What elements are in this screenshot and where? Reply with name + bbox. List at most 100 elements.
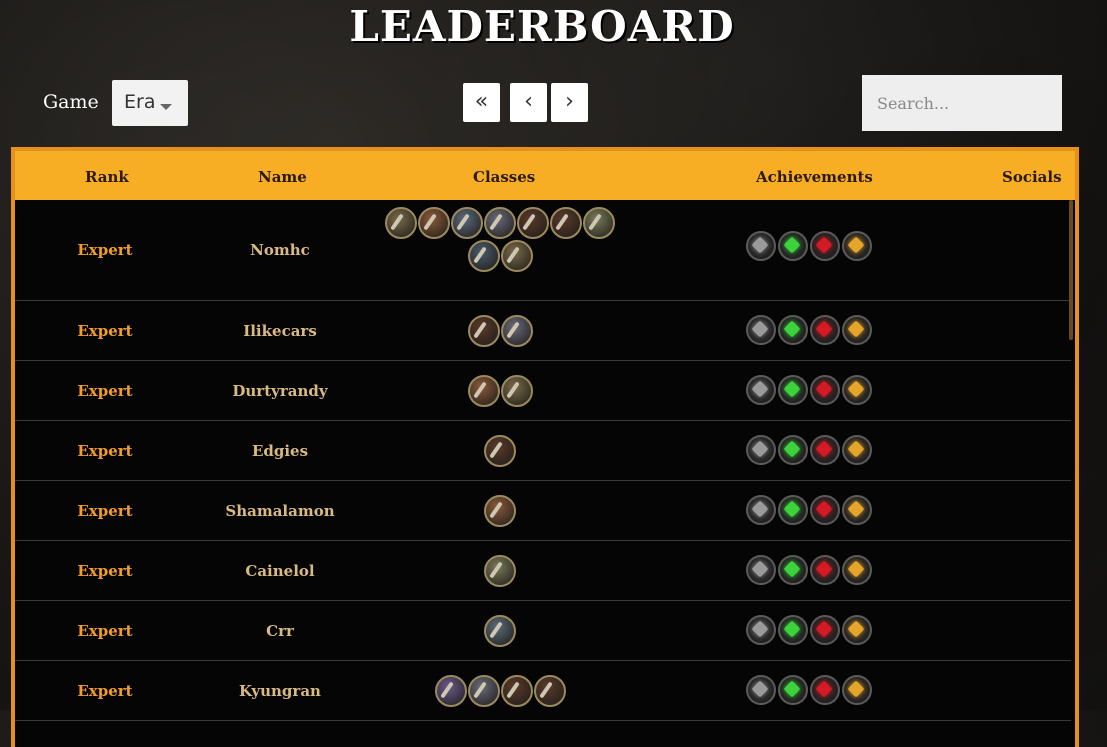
player-name-link[interactable]: Crr [210,622,350,640]
green-achievement-icon[interactable] [778,314,808,345]
hunter-class-icon[interactable] [467,314,500,347]
leaderboard-table: Rank Name Classes Achievements Socials E… [11,147,1079,747]
search-input[interactable] [862,75,1062,131]
silver-achievement-icon[interactable] [746,674,776,705]
red-achievement-icon[interactable] [810,554,840,585]
green-achievement-icon[interactable] [778,554,808,585]
warrior-class-icon[interactable] [385,207,417,239]
silver-achievement-icon[interactable] [746,494,776,525]
green-achievement-icon[interactable] [778,434,808,465]
priest-class-icon[interactable] [500,314,533,347]
achievement-icons [746,674,872,705]
silver-achievement-icon[interactable] [746,614,776,645]
gold-achievement-icon[interactable] [842,614,872,645]
red-gem-icon [815,380,833,397]
gold-achievement-icon[interactable] [842,494,872,525]
table-row[interactable]: Expert Cainelol [15,541,1071,601]
hunter-class-icon[interactable] [484,434,516,467]
silver-gem-icon [751,680,769,697]
game-select[interactable]: Era [112,80,188,126]
silver-gem-icon [751,560,769,577]
class-icons [370,374,630,407]
rogue-class-icon[interactable] [484,614,516,647]
mage-class-icon[interactable] [583,207,615,239]
priest-class-icon[interactable] [484,207,516,239]
red-gem-icon [815,680,833,697]
player-name-link[interactable]: Edgies [210,442,350,460]
silver-gem-icon [751,620,769,637]
hunter-class-icon[interactable] [517,207,549,239]
warrior-class-icon[interactable] [500,374,533,407]
green-gem-icon [783,680,801,697]
gold-achievement-icon[interactable] [842,231,872,261]
table-row[interactable]: Expert Shamalamon [15,481,1071,541]
red-achievement-icon[interactable] [810,374,840,405]
player-name-link[interactable]: Shamalamon [210,502,350,520]
player-name-link[interactable]: Nomhc [210,241,350,259]
achievement-icons [746,494,872,525]
silver-achievement-icon[interactable] [746,314,776,345]
silver-gem-icon [751,320,769,337]
green-achievement-icon[interactable] [778,231,808,261]
silver-achievement-icon[interactable] [746,554,776,585]
hunter-class-icon[interactable] [533,674,566,707]
mage-class-icon[interactable] [484,554,516,587]
table-row[interactable]: Expert Nomhc [15,200,1071,301]
first-page-button[interactable]: « [463,83,500,122]
gold-achievement-icon[interactable] [842,314,872,345]
table-row[interactable]: Expert Crr [15,601,1071,661]
green-achievement-icon[interactable] [778,614,808,645]
druid-class-icon[interactable] [418,207,450,239]
gold-achievement-icon[interactable] [842,674,872,705]
red-achievement-icon[interactable] [810,231,840,261]
class-icons [370,554,630,587]
table-row[interactable]: Expert Ilikecars [15,301,1071,361]
player-name-link[interactable]: Durtyrandy [210,382,350,400]
player-name-link[interactable]: Cainelol [210,562,350,580]
hunter-class-icon[interactable] [550,207,582,239]
column-header-achievements[interactable]: Achievements [756,168,873,186]
silver-achievement-icon[interactable] [746,434,776,465]
gold-achievement-icon[interactable] [842,554,872,585]
silver-achievement-icon[interactable] [746,374,776,405]
priest-class-icon[interactable] [467,674,500,707]
achievement-icons [746,614,872,645]
rogue-class-icon[interactable] [451,207,483,239]
column-header-rank[interactable]: Rank [85,168,129,186]
druid-class-icon[interactable] [467,374,500,407]
druid-class-icon[interactable] [484,494,516,527]
green-gem-icon [783,560,801,577]
table-row[interactable]: Expert Edgies [15,421,1071,481]
red-gem-icon [815,236,833,254]
column-header-classes[interactable]: Classes [473,168,535,186]
previous-page-button[interactable]: ‹ [510,83,547,122]
table-row[interactable]: Expert Durtyrandy [15,361,1071,421]
shaman-class-icon[interactable] [434,674,467,707]
red-achievement-icon[interactable] [810,674,840,705]
silver-achievement-icon[interactable] [746,231,776,261]
player-name-link[interactable]: Ilikecars [210,322,350,340]
green-gem-icon [783,380,801,397]
gold-gem-icon [847,440,865,457]
column-header-socials[interactable]: Socials [1002,168,1062,186]
gold-achievement-icon[interactable] [842,374,872,405]
red-achievement-icon[interactable] [810,494,840,525]
class-icons [370,434,630,467]
hunter-class-icon[interactable] [500,674,533,707]
table-scrollbar[interactable] [1069,200,1073,340]
green-achievement-icon[interactable] [778,494,808,525]
red-achievement-icon[interactable] [810,434,840,465]
column-header-name[interactable]: Name [258,168,307,186]
warlock-class-icon[interactable] [467,240,500,272]
rank-cell: Expert [77,682,133,700]
warrior-class-icon[interactable] [500,240,533,272]
green-achievement-icon[interactable] [778,674,808,705]
green-achievement-icon[interactable] [778,374,808,405]
gold-achievement-icon[interactable] [842,434,872,465]
red-achievement-icon[interactable] [810,614,840,645]
red-achievement-icon[interactable] [810,314,840,345]
silver-gem-icon [751,440,769,457]
table-row[interactable]: Expert Kyungran [15,661,1071,721]
player-name-link[interactable]: Kyungran [210,682,350,700]
next-page-button[interactable]: › [551,83,588,122]
